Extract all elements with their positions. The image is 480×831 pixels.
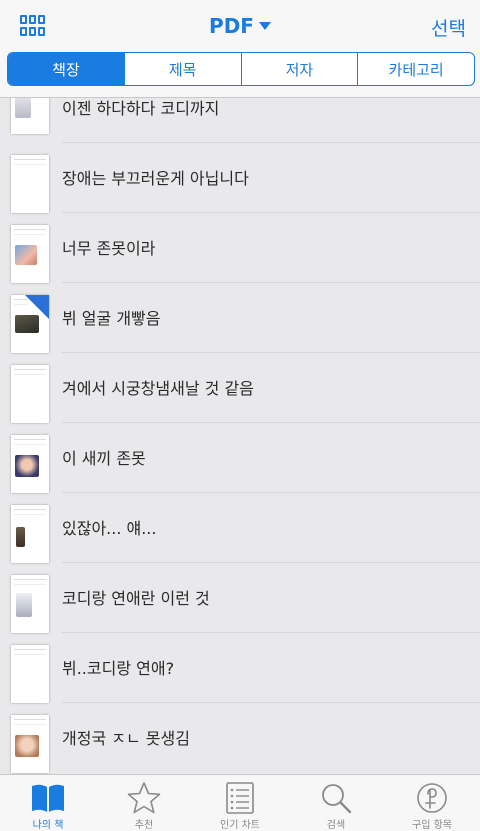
segment-title[interactable]: 제목 xyxy=(123,53,241,85)
list-icon xyxy=(226,782,254,814)
top-bar: PDF 선택 책장 제목 저자 카테고리 xyxy=(0,0,480,98)
tab-purchased[interactable]: 구입 항목 xyxy=(384,775,480,831)
book-row[interactable]: 개정국 ㅈㄴ 못생김 xyxy=(0,703,480,773)
book-cover xyxy=(11,505,49,563)
book-cover xyxy=(11,435,49,493)
book-title: 장애는 부끄러운게 아닙니다 xyxy=(62,169,249,188)
book-row[interactable]: 장애는 부끄러운게 아닙니다 xyxy=(0,143,480,213)
book-cover xyxy=(11,295,49,353)
book-icon xyxy=(32,784,64,812)
book-row[interactable]: 코디랑 연애란 이런 것 xyxy=(0,563,480,633)
book-row[interactable]: 이 새끼 존못 xyxy=(0,423,480,493)
collection-title-label: PDF xyxy=(209,14,254,38)
book-title: 개정국 ㅈㄴ 못생김 xyxy=(62,729,190,748)
book-title: 이젠 하다하다 코디까지 xyxy=(62,99,220,118)
tab-search[interactable]: 검색 xyxy=(288,775,384,831)
book-title: 있잖아... 얘... xyxy=(62,519,157,538)
tab-label: 추천 xyxy=(134,820,154,831)
search-icon xyxy=(322,784,352,814)
segment-category[interactable]: 카테고리 xyxy=(357,53,474,85)
tab-label: 검색 xyxy=(326,820,346,831)
chevron-down-icon xyxy=(258,22,271,30)
star-icon xyxy=(127,782,161,814)
tab-recommended[interactable]: 추천 xyxy=(96,775,192,831)
tab-bar: 나의 책 추천 인기 차트 검색 구입 항목 xyxy=(0,774,480,831)
book-title: 이 새끼 존못 xyxy=(62,449,146,468)
collection-title[interactable]: PDF xyxy=(0,14,480,38)
book-cover xyxy=(11,225,49,283)
book-row[interactable]: 뷔..코디랑 연애? xyxy=(0,633,480,703)
book-title: 뷔..코디랑 연애? xyxy=(62,659,175,678)
book-cover xyxy=(11,645,49,703)
book-list: 이젠 하다하다 코디까지 장애는 부끄러운게 아닙니다 너무 존못이라 뷔 얼굴… xyxy=(0,98,480,774)
book-row[interactable]: 겨에서 시궁창냄새날 것 같음 xyxy=(0,353,480,423)
tab-label: 인기 차트 xyxy=(220,820,260,831)
sort-segmented-control: 책장 제목 저자 카테고리 xyxy=(7,52,475,86)
book-cover xyxy=(11,365,49,423)
book-row[interactable]: 이젠 하다하다 코디까지 xyxy=(0,98,480,143)
book-title: 뷔 얼굴 개빻음 xyxy=(62,309,161,328)
segment-bookshelf[interactable]: 책장 xyxy=(8,53,124,85)
book-row[interactable]: 너무 존못이라 xyxy=(0,213,480,283)
select-button[interactable]: 선택 xyxy=(431,14,466,41)
tab-label: 나의 책 xyxy=(32,820,64,831)
book-row[interactable]: 있잖아... 얘... xyxy=(0,493,480,563)
segment-author[interactable]: 저자 xyxy=(240,53,358,85)
purchase-icon xyxy=(417,783,447,813)
book-title: 겨에서 시궁창냄새날 것 같음 xyxy=(62,379,254,398)
tab-label: 구입 항목 xyxy=(412,820,452,831)
book-row[interactable]: 뷔 얼굴 개빻음 xyxy=(0,283,480,353)
book-cover xyxy=(11,98,49,134)
book-cover xyxy=(11,155,49,213)
tab-my-books[interactable]: 나의 책 xyxy=(0,775,96,831)
book-title: 코디랑 연애란 이런 것 xyxy=(62,589,210,608)
book-cover xyxy=(11,715,49,773)
book-cover xyxy=(11,575,49,633)
tab-top-charts[interactable]: 인기 차트 xyxy=(192,775,288,831)
book-title: 너무 존못이라 xyxy=(62,239,156,258)
